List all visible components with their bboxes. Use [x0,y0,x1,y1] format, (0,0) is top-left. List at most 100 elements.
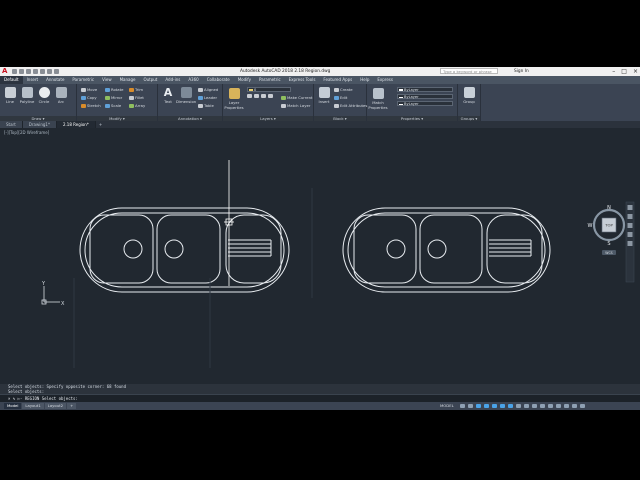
zoom-icon[interactable] [627,223,633,228]
tab-add-ins[interactable]: Add-ins [161,76,184,84]
text-button[interactable]: A Text [159,87,177,104]
tab-featured-apps[interactable]: Featured Apps [319,76,356,84]
customization-menu-icon[interactable] [580,404,585,408]
table-button[interactable]: Table [198,103,214,108]
sign-in-link[interactable]: Sign In [514,69,529,74]
command-line-input[interactable]: × ✎ ▷- REGION Select objects: [0,394,640,402]
edit-block-button[interactable]: Edit [334,95,347,100]
tab-layout1[interactable]: Layout1 [22,403,44,409]
tab-insert[interactable]: Insert [23,76,42,84]
hardware-acceleration-icon[interactable] [564,404,569,408]
move-button[interactable]: Move [81,87,97,92]
new-tab-button[interactable]: + [96,121,105,128]
leader-dropdown[interactable]: Leader [198,95,217,100]
workspace-gear-icon[interactable] [548,404,553,408]
line-icon [4,87,16,98]
layer-properties-button[interactable]: Layer Properties [224,88,244,110]
left-slot-2 [156,214,221,284]
clean-screen-icon[interactable] [572,404,577,408]
tab-parametric[interactable]: Parametric [68,76,98,84]
close-icon[interactable]: × [633,68,638,75]
maximize-icon[interactable]: □ [621,68,627,75]
ucs-icon [41,286,60,305]
ortho-icon[interactable] [476,404,481,408]
polyline-button[interactable]: Polyline [18,87,36,104]
saveas-icon[interactable] [33,69,38,74]
showmotion-icon[interactable] [627,241,633,246]
annotation-scale-icon[interactable] [540,404,545,408]
create-block-button[interactable]: Create [334,87,353,92]
selection-cycling-icon[interactable] [532,404,537,408]
layer-iso-icon[interactable] [254,94,259,98]
add-layout-button[interactable]: + [67,403,77,409]
dimension-button[interactable]: Dimension [176,87,196,104]
grid-icon[interactable] [460,404,465,408]
tab-view[interactable]: View [98,76,116,84]
arc-button[interactable]: Arc [52,87,70,104]
tab-start[interactable]: Start [0,121,23,128]
stretch-button[interactable]: Stretch [81,103,101,108]
layer-lock-icon[interactable] [268,94,273,98]
edit-attributes-button[interactable]: Edit Attributes [334,103,367,108]
open-icon[interactable] [19,69,24,74]
make-current-button[interactable]: Make Current [281,95,312,100]
pan-icon[interactable] [627,214,633,219]
redo-icon[interactable] [54,69,59,74]
transparency-icon[interactable] [524,404,529,408]
tab-layout2[interactable]: Layout2 [44,403,67,409]
steering-wheel-icon[interactable] [627,205,633,210]
group-button[interactable]: Group [460,87,478,104]
rotate-button[interactable]: Rotate [105,87,123,92]
object-snap-icon[interactable] [508,404,513,408]
tab-manage[interactable]: Manage [116,76,140,84]
layer-dropdown[interactable]: 0 [247,87,291,92]
lineweight-dropdown[interactable]: ByLayer [397,94,453,99]
isodraft-icon[interactable] [492,404,497,408]
tab-modify[interactable]: Modify [234,76,255,84]
tab-express-tools[interactable]: Express Tools [285,76,320,84]
tab-help[interactable]: Help [356,76,373,84]
layer-off-icon[interactable] [247,94,252,98]
tab-default[interactable]: Default [0,76,23,84]
tab-a360[interactable]: A360 [184,76,202,84]
tab-output[interactable]: Output [139,76,161,84]
aligned-dropdown[interactable]: Aligned [198,87,218,92]
minimize-icon[interactable]: – [612,68,615,75]
isolate-objects-icon[interactable] [556,404,561,408]
search-input[interactable]: Type a keyword or phrase [440,68,498,74]
layer-freeze-icon[interactable] [261,94,266,98]
linetype-dropdown[interactable]: ByLayer [397,101,453,106]
tab-express[interactable]: Express [373,76,397,84]
scale-button[interactable]: Scale [105,103,121,108]
polar-icon[interactable] [484,404,489,408]
circle-button[interactable]: Circle [35,87,53,104]
line-button[interactable]: Line [1,87,19,104]
object-snap-tracking-icon[interactable] [500,404,505,408]
viewcube[interactable]: TOP N S W E WCS [588,205,630,255]
print-icon[interactable] [40,69,45,74]
model-space-toggle[interactable]: MODEL [440,403,454,409]
lineweight-toggle-icon[interactable] [516,404,521,408]
color-dropdown[interactable]: ByLayer [397,87,453,92]
fillet-button[interactable]: Fillet [129,95,144,100]
tab-drawing1[interactable]: Drawing1* [22,121,57,128]
autocad-logo-icon[interactable]: A [2,68,10,75]
trim-button[interactable]: Trim [129,87,143,92]
array-button[interactable]: Array [129,103,145,108]
undo-icon[interactable] [47,69,52,74]
orbit-icon[interactable] [627,232,633,237]
new-icon[interactable] [12,69,17,74]
match-layer-button[interactable]: Match Layer [281,103,310,108]
tab-collaborate[interactable]: Collaborate [203,76,234,84]
insert-button[interactable]: Insert [315,87,333,104]
tab-region-drawing[interactable]: 2.18 Region* [56,121,96,128]
tab-model[interactable]: Model [4,403,22,409]
tab-parametric-2[interactable]: Parametric [255,76,285,84]
tab-annotate[interactable]: Annotate [42,76,68,84]
save-icon[interactable] [26,69,31,74]
mirror-button[interactable]: Mirror [105,95,122,100]
match-properties-button[interactable]: Match Properties [368,88,388,110]
drawing-canvas[interactable]: [-][Top][2D Wireframe] Y X TOP N S W WCS [0,128,640,384]
copy-button[interactable]: Copy [81,95,97,100]
snap-icon[interactable] [468,404,473,408]
